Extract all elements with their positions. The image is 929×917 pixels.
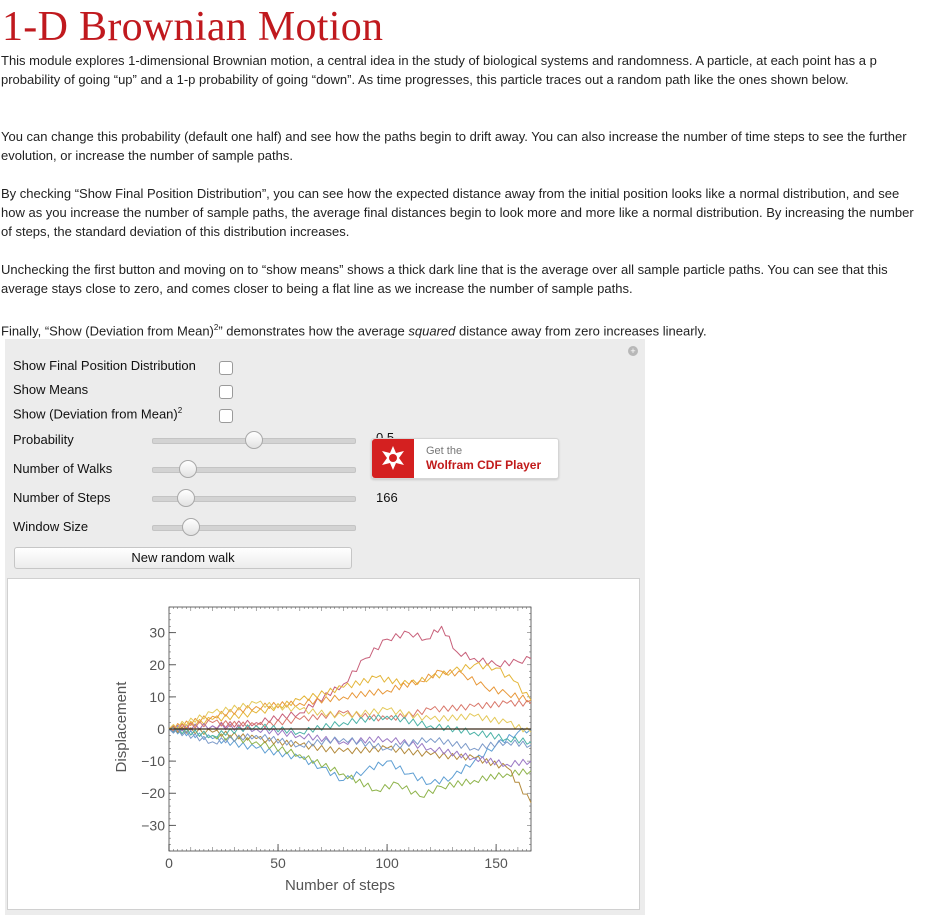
y-tick-label: 30 xyxy=(149,625,165,641)
show-deviation-text: Show (Deviation from Mean) xyxy=(13,406,178,422)
wolfram-spikey-icon xyxy=(372,439,414,478)
show-final-label: Show Final Position Distribution xyxy=(13,358,196,373)
x-tick-label: 150 xyxy=(484,855,508,871)
show-deviation-checkbox[interactable] xyxy=(219,409,233,423)
distribution-paragraph: By checking “Show Final Position Distrib… xyxy=(1,186,914,239)
probability-slider-knob[interactable] xyxy=(245,431,263,449)
walks-label: Number of Walks xyxy=(13,461,113,476)
cdf-get-text: Get the xyxy=(426,445,463,457)
cdf-player-name: Wolfram CDF Player xyxy=(426,458,542,472)
probability-label: Probability xyxy=(13,432,74,447)
brownian-paths-chart: 0 50 100 1503020100−10−20−30Number of steps… xyxy=(113,606,532,894)
probability-slider[interactable] xyxy=(152,431,356,449)
walk-series-11 xyxy=(168,728,532,751)
x-tick-label: 0 xyxy=(165,855,173,871)
deviation-emphasis: squared xyxy=(408,323,456,339)
y-tick-label: −30 xyxy=(141,817,165,833)
new-random-walk-button[interactable]: New random walk xyxy=(14,547,352,569)
y-tick-label: 20 xyxy=(149,657,165,673)
intro-paragraph: This module explores 1-dimensional Brown… xyxy=(1,53,877,87)
walk-series-10 xyxy=(168,700,532,733)
x-axis-label: Number of steps xyxy=(285,877,395,894)
deviation-paragraph: Finally, “Show (Deviation from Mean)2” d… xyxy=(1,318,921,340)
plus-icon[interactable]: + xyxy=(628,346,638,356)
steps-slider-knob[interactable] xyxy=(176,489,195,507)
walk-series-5 xyxy=(168,726,532,798)
y-tick-label: 10 xyxy=(149,689,165,705)
x-tick-label: 50 xyxy=(270,855,286,871)
show-deviation-label: Show (Deviation from Mean)2 xyxy=(13,406,182,421)
deviation-text-start: Finally, “Show (Deviation from Mean) xyxy=(1,323,214,339)
walks-slider-knob[interactable] xyxy=(178,460,197,478)
steps-slider[interactable] xyxy=(152,489,356,507)
walk-series-6 xyxy=(168,725,532,804)
show-final-checkbox[interactable] xyxy=(219,361,233,375)
x-tick-label: 100 xyxy=(375,855,399,871)
y-tick-label: −10 xyxy=(141,753,165,769)
steps-label: Number of Steps xyxy=(13,490,111,505)
cdf-player-badge[interactable]: Get the Wolfram CDF Player xyxy=(371,438,559,479)
show-deviation-superscript: 2 xyxy=(177,406,183,415)
y-tick-label: −20 xyxy=(141,785,165,801)
window-slider[interactable] xyxy=(152,518,356,536)
means-paragraph: Unchecking the first button and moving o… xyxy=(1,262,888,296)
y-axis-label: Displacement xyxy=(113,681,130,773)
window-label: Window Size xyxy=(13,519,89,534)
show-means-label: Show Means xyxy=(13,382,89,397)
show-means-checkbox[interactable] xyxy=(219,385,233,399)
probability-value: 0.5 xyxy=(376,430,395,438)
probability-paragraph: You can change this probability (default… xyxy=(1,129,907,163)
deviation-text-end: distance away from zero increases linear… xyxy=(455,323,707,339)
page-title: 1-D Brownian Motion xyxy=(2,4,384,50)
walk-series-7 xyxy=(168,723,532,768)
chart-container: 0 50 100 150 30 20 10 0 −10 −20 −30 Number of steps… xyxy=(7,578,640,910)
walks-slider[interactable] xyxy=(152,460,356,478)
deviation-text-mid: ” demonstrates how the average xyxy=(218,323,409,339)
y-tick-label: 0 xyxy=(157,721,165,737)
steps-value: 166 xyxy=(376,490,398,505)
